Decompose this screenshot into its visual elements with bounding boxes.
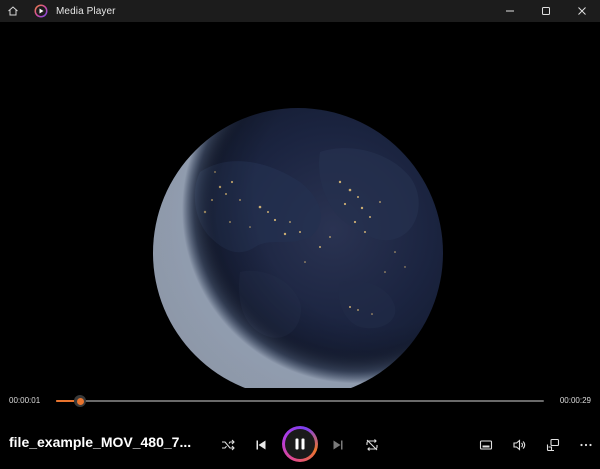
minimize-button[interactable] [492,0,528,22]
next-icon [333,440,343,450]
seek-bar-thumb[interactable] [74,395,87,407]
mini-view-button[interactable] [478,437,494,453]
close-icon [578,7,586,15]
earth-globe [153,108,443,388]
app-logo [34,4,48,18]
minimize-icon [506,10,514,12]
repeat-button[interactable] [364,437,380,453]
shuffle-button[interactable] [220,437,236,453]
media-title: file_example_MOV_480_7... [9,434,192,450]
pause-icon [295,438,305,450]
home-icon [8,6,18,16]
previous-icon [256,440,266,450]
play-pause-button[interactable] [282,426,318,462]
cast-button[interactable] [545,437,561,453]
seek-bar[interactable] [56,395,544,407]
more-options-icon [580,443,592,447]
previous-button[interactable] [253,437,269,453]
mini-view-icon [479,440,493,450]
total-time: 00:00:29 [559,396,591,405]
home-button[interactable] [6,4,20,18]
window-title: Media Player [56,5,116,17]
video-area[interactable] [0,22,600,388]
next-button[interactable] [330,437,346,453]
play-pause-inner [285,429,315,459]
volume-icon [513,439,526,451]
media-player-window: Media Player 00:00:01 00:00:29 file_exam… [0,0,600,469]
maximize-button[interactable] [528,0,564,22]
volume-button[interactable] [511,437,527,453]
repeat-off-icon [366,439,378,451]
shuffle-icon [222,439,235,451]
more-options-button[interactable] [578,437,594,453]
video-frame [0,22,600,388]
current-time: 00:00:01 [9,396,41,405]
cast-icon [546,438,560,452]
close-button[interactable] [564,0,600,22]
media-player-logo-icon [34,4,48,18]
maximize-icon [542,7,550,15]
window-controls [492,0,600,22]
title-bar: Media Player [0,0,600,22]
